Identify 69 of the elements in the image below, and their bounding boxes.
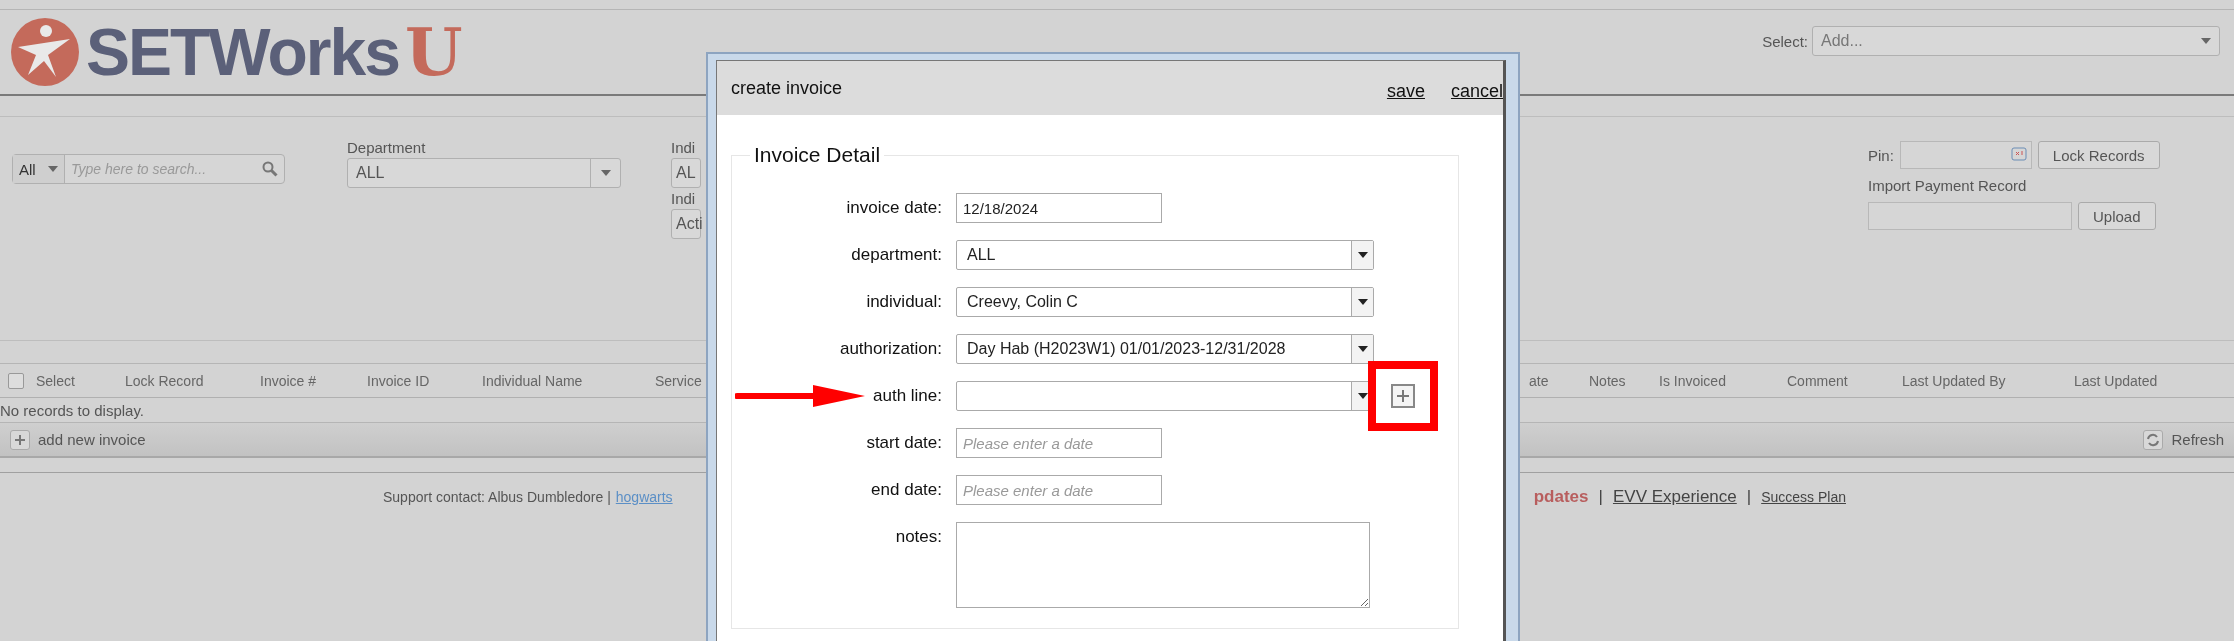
dialog-action-link[interactable]: cancel <box>1450 80 1503 102</box>
field-label: end date: <box>871 480 942 500</box>
pin-label: Pin: <box>1868 146 1894 164</box>
filter-label: Department <box>347 139 427 156</box>
caret-icon <box>2201 38 2211 44</box>
add-invoice-button[interactable]: add new invoice <box>10 429 146 450</box>
filter-label: Indi <box>671 139 697 156</box>
field-label: start date: <box>866 433 942 453</box>
section-title: Invoice Detail <box>753 143 882 167</box>
caret-icon <box>1357 252 1368 258</box>
dropdown-field[interactable]: ALL <box>956 240 1374 270</box>
date-field[interactable]: Please enter a date <box>956 428 1162 458</box>
checkbox[interactable] <box>8 372 24 389</box>
refresh-icon <box>2146 432 2161 447</box>
date-field[interactable]: 12/18/2024 <box>956 193 1162 223</box>
footer-link[interactable]: EVV Experience <box>1612 486 1737 507</box>
add-icon[interactable] <box>1391 384 1415 408</box>
caret-icon <box>1357 393 1368 399</box>
field-label: notes: <box>895 527 942 547</box>
filter-label: Indi <box>671 190 697 207</box>
search-icon <box>262 161 278 177</box>
refresh-button[interactable]: Refresh <box>2143 429 2224 450</box>
column-header: ate <box>1529 372 1550 389</box>
upload-button[interactable]: Upload <box>2078 202 2156 230</box>
field-label: department: <box>851 245 942 265</box>
separator: | <box>1598 486 1603 507</box>
caret-icon <box>600 170 611 176</box>
column-header: Invoice # <box>260 372 318 389</box>
support-contact: Support contact: Albus Dumbledore | <box>383 488 611 505</box>
column-header: Select <box>36 372 76 389</box>
select-label: Select: <box>1762 32 1808 50</box>
column-header: Invoice ID <box>367 372 431 389</box>
search-field[interactable]: All Type here to search... <box>12 154 285 184</box>
filter-dropdown[interactable]: Acti <box>671 209 701 239</box>
import-label: Import Payment Record <box>1868 177 2028 194</box>
dropdown-field[interactable]: Creevy, Colin C <box>956 287 1374 317</box>
filter-dropdown[interactable]: AL <box>671 158 701 188</box>
column-header: Lock Record <box>125 372 205 389</box>
footer-link[interactable]: Success Plan <box>1761 488 1846 505</box>
column-header: Last Updated <box>2074 372 2159 389</box>
dialog-action-link[interactable]: save <box>1386 80 1425 102</box>
dropdown-field[interactable]: Day Hab (H2023W1) 01/01/2023-12/31/2028 <box>956 334 1374 364</box>
field-label: authorization: <box>839 339 942 359</box>
field-label: individual: <box>866 292 942 312</box>
caret-icon <box>1357 346 1368 352</box>
caret-icon <box>1357 299 1368 305</box>
department-dropdown[interactable]: ALL <box>347 158 621 188</box>
empty-message: No records to display. <box>0 401 144 419</box>
column-header: Last Updated By <box>1902 372 2007 389</box>
plus-icon <box>14 433 26 446</box>
column-header: Individual Name <box>482 372 584 389</box>
dialog-title: create invoice <box>731 77 843 99</box>
field-label: auth line: <box>873 386 942 406</box>
caret-icon <box>48 166 58 172</box>
column-header: Service <box>655 372 703 389</box>
date-field[interactable]: Please enter a date <box>956 475 1162 505</box>
logo-text: SETWorks <box>86 19 399 85</box>
file-field[interactable] <box>1868 202 2072 230</box>
column-header: Notes <box>1589 372 1627 389</box>
logo-letter: U <box>404 19 463 85</box>
notes-field[interactable] <box>956 522 1370 608</box>
lock-records-button[interactable]: Lock Records <box>2037 141 2160 169</box>
logo-icon <box>10 17 80 87</box>
separator: | <box>1746 486 1752 507</box>
scope-dropdown[interactable]: All <box>13 155 65 183</box>
pin-field[interactable] <box>1899 141 2032 169</box>
column-header: Comment <box>1787 372 1849 389</box>
column-header: Is Invoiced <box>1659 372 1727 389</box>
field-label: invoice date: <box>846 198 942 218</box>
